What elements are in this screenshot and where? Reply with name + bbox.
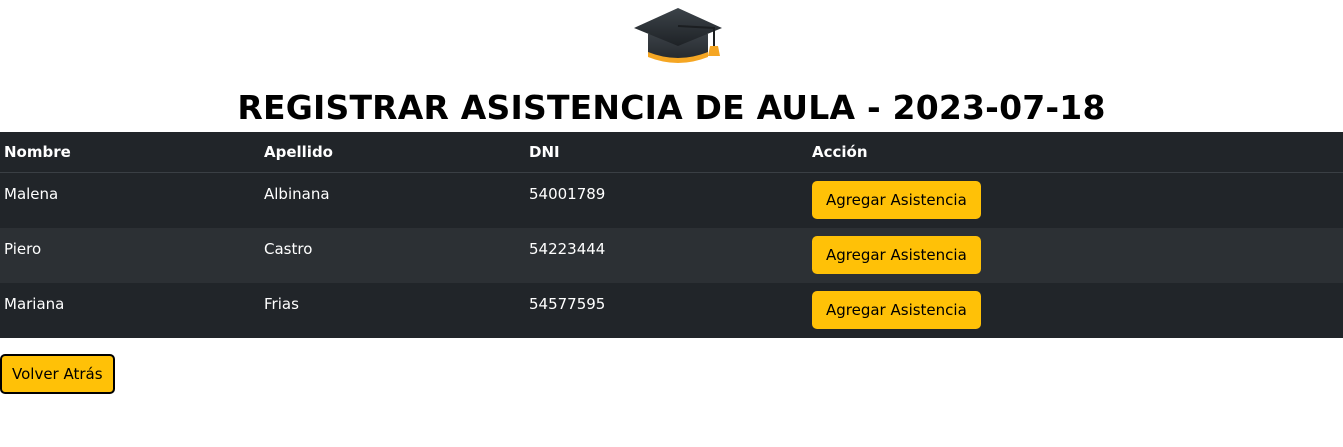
student-dni: 54577595 bbox=[529, 295, 606, 313]
cell-accion: Agregar Asistencia bbox=[808, 228, 1343, 283]
cell-apellido: Albinana bbox=[260, 173, 525, 229]
graduation-cap-icon bbox=[632, 6, 724, 66]
add-attendance-button[interactable]: Agregar Asistencia bbox=[812, 236, 981, 274]
column-header-accion: Acción bbox=[808, 132, 1343, 173]
cell-nombre: Mariana bbox=[0, 283, 260, 338]
student-first-name: Piero bbox=[4, 240, 42, 258]
student-last-name: Castro bbox=[264, 240, 313, 258]
cell-accion: Agregar Asistencia bbox=[808, 173, 1343, 229]
table-row: Mariana Frias 54577595 Agregar Asistenci… bbox=[0, 283, 1343, 338]
student-last-name: Frias bbox=[264, 295, 299, 313]
attendance-table: Nombre Apellido DNI Acción Malena Albina… bbox=[0, 132, 1343, 338]
column-header-nombre: Nombre bbox=[0, 132, 260, 173]
student-last-name: Albinana bbox=[264, 185, 330, 203]
cell-dni: 54223444 bbox=[525, 228, 808, 283]
cell-accion: Agregar Asistencia bbox=[808, 283, 1343, 338]
student-first-name: Malena bbox=[4, 185, 59, 203]
cell-dni: 54577595 bbox=[525, 283, 808, 338]
column-header-apellido: Apellido bbox=[260, 132, 525, 173]
page-title: REGISTRAR ASISTENCIA DE AULA - 2023-07-1… bbox=[237, 88, 1106, 127]
student-first-name: Mariana bbox=[4, 295, 65, 313]
table-header-row: Nombre Apellido DNI Acción bbox=[0, 132, 1343, 173]
cell-apellido: Frias bbox=[260, 283, 525, 338]
cell-nombre: Malena bbox=[0, 173, 260, 229]
add-attendance-button[interactable]: Agregar Asistencia bbox=[812, 291, 981, 329]
cell-nombre: Piero bbox=[0, 228, 260, 283]
cell-apellido: Castro bbox=[260, 228, 525, 283]
student-dni: 54001789 bbox=[529, 185, 606, 203]
table-row: Malena Albinana 54001789 Agregar Asisten… bbox=[0, 173, 1343, 229]
add-attendance-button[interactable]: Agregar Asistencia bbox=[812, 181, 981, 219]
cell-dni: 54001789 bbox=[525, 173, 808, 229]
table-row: Piero Castro 54223444 Agregar Asistencia bbox=[0, 228, 1343, 283]
back-button[interactable]: Volver Atrás bbox=[0, 354, 115, 394]
student-dni: 54223444 bbox=[529, 240, 606, 258]
column-header-dni: DNI bbox=[525, 132, 808, 173]
